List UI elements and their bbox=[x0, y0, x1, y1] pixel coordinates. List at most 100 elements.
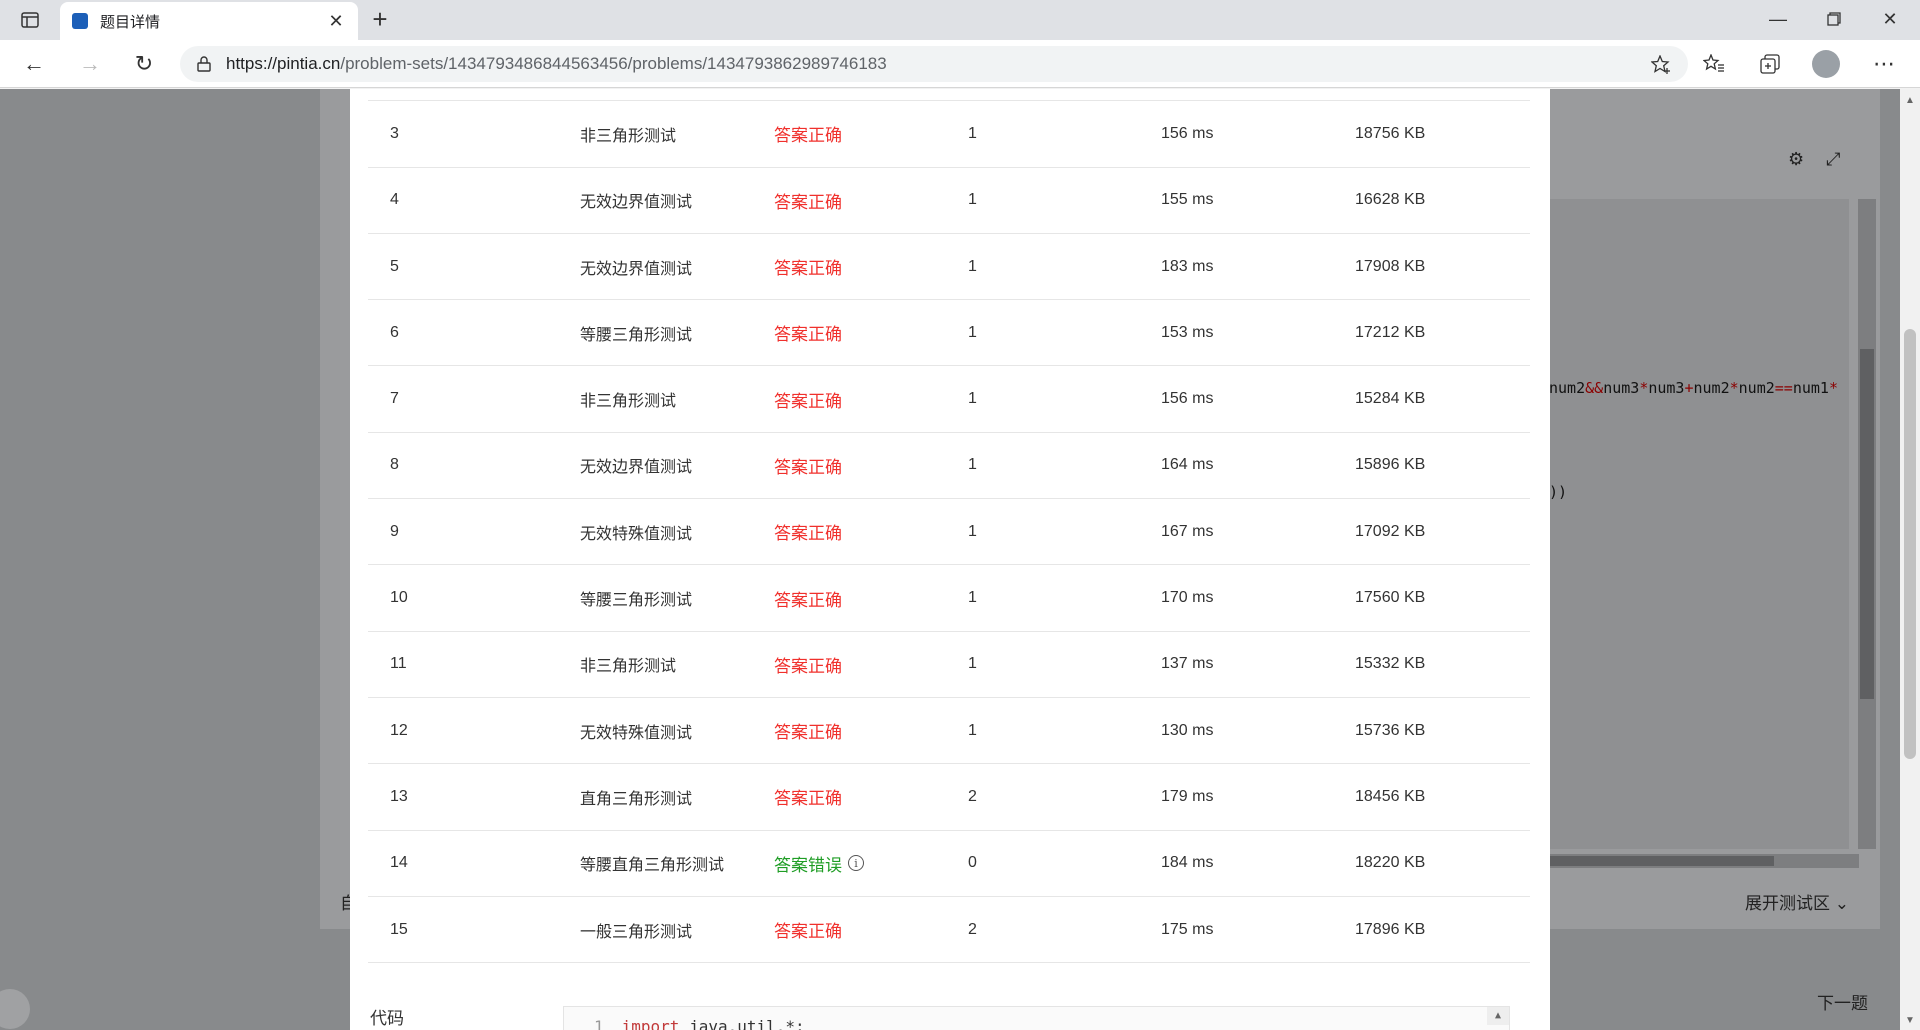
test-case-index: 4 bbox=[390, 191, 399, 209]
test-case-memory: 15736 KB bbox=[1355, 721, 1426, 739]
test-case-name: 无效边界值测试 bbox=[580, 459, 693, 477]
result-label: 答案正确 bbox=[774, 524, 842, 544]
test-case-memory: 17212 KB bbox=[1355, 323, 1426, 341]
result-label: 答案正确 bbox=[774, 922, 842, 941]
profile-avatar[interactable] bbox=[1812, 50, 1840, 78]
scroll-thumb[interactable] bbox=[1860, 349, 1874, 699]
close-window-icon[interactable]: ✕ bbox=[1862, 0, 1918, 38]
table-row: 3 非三角形测试 答案正确 1 156 ms 18756 KB bbox=[368, 101, 1530, 168]
code-token: + bbox=[1684, 379, 1694, 397]
test-case-name: 无效特殊值测试 bbox=[580, 724, 693, 742]
test-case-time: 167 ms bbox=[1161, 522, 1214, 540]
test-case-name: 无效特殊值测试 bbox=[580, 525, 693, 543]
result-label: 答案正确 bbox=[774, 723, 842, 743]
test-case-name: 一般三角形测试 bbox=[580, 923, 693, 941]
code-token: num3 bbox=[1603, 379, 1640, 397]
add-favorite-icon[interactable] bbox=[1650, 54, 1672, 76]
test-case-time: 184 ms bbox=[1161, 854, 1214, 872]
result-label: 答案正确 bbox=[774, 590, 842, 610]
scroll-down-icon[interactable]: ▼ bbox=[1905, 1015, 1915, 1026]
fullscreen-icon[interactable]: ⤢ bbox=[1826, 149, 1840, 173]
test-case-score: 1 bbox=[968, 655, 977, 673]
table-row: 5 无效边界值测试 答案正确 1 183 ms 17908 KB bbox=[368, 234, 1530, 301]
table-row: 4 无效边界值测试 答案正确 1 155 ms 16628 KB bbox=[368, 168, 1530, 234]
test-case-memory: 15332 KB bbox=[1355, 655, 1426, 673]
favorites-icon[interactable] bbox=[1700, 50, 1728, 78]
test-case-index: 11 bbox=[390, 655, 407, 673]
test-case-result: 答案正确 bbox=[774, 784, 968, 809]
test-case-index: 14 bbox=[390, 854, 408, 872]
test-case-result: 答案正确 bbox=[774, 917, 968, 942]
code-token: * bbox=[1729, 379, 1739, 397]
reload-icon[interactable]: ↻ bbox=[128, 48, 160, 80]
test-case-score: 1 bbox=[968, 589, 977, 607]
editor-vertical-scrollbar[interactable] bbox=[1858, 199, 1876, 849]
collections-icon[interactable] bbox=[1756, 50, 1784, 78]
lock-icon[interactable] bbox=[196, 55, 212, 73]
test-case-index: 8 bbox=[390, 456, 399, 474]
browser-toolbar: ← → ↻ https://pintia.cn/problem-sets/143… bbox=[0, 40, 1920, 88]
tab-actions-icon[interactable] bbox=[12, 8, 48, 32]
test-case-result: 答案正确 bbox=[774, 586, 968, 611]
test-case-name: 等腰三角形测试 bbox=[580, 326, 693, 344]
test-case-time: 155 ms bbox=[1161, 191, 1214, 209]
minimize-icon[interactable]: — bbox=[1750, 0, 1806, 38]
test-case-score: 1 bbox=[968, 721, 977, 739]
table-row: 15 一般三角形测试 答案正确 2 175 ms 17896 KB bbox=[368, 897, 1530, 964]
test-case-name: 无效边界值测试 bbox=[580, 260, 693, 278]
test-case-name: 等腰直角三角形测试 bbox=[580, 857, 725, 875]
test-case-name: 直角三角形测试 bbox=[580, 790, 693, 808]
table-row: 11 非三角形测试 答案正确 1 137 ms 15332 KB bbox=[368, 632, 1530, 698]
scroll-up-icon[interactable]: ▲ bbox=[1905, 95, 1915, 106]
test-case-score: 2 bbox=[968, 920, 977, 938]
test-case-score: 1 bbox=[968, 323, 977, 341]
avatar-icon bbox=[1812, 50, 1840, 78]
code-token: num2 bbox=[1693, 379, 1730, 397]
side-toggle-button[interactable] bbox=[0, 989, 30, 1029]
test-case-result: 答案正确 bbox=[774, 387, 968, 412]
code-keyword: import bbox=[621, 1017, 680, 1030]
result-label: 答案正确 bbox=[774, 789, 842, 809]
expand-test-area-button[interactable]: 展开测试区 ⌄ bbox=[1745, 889, 1849, 914]
code-scroll-up-icon[interactable]: ▲ bbox=[1487, 1007, 1509, 1025]
restore-icon[interactable] bbox=[1806, 0, 1862, 38]
test-case-memory: 15284 KB bbox=[1355, 390, 1426, 408]
address-bar[interactable]: https://pintia.cn/problem-sets/143479348… bbox=[180, 46, 1688, 82]
page-scroll-thumb[interactable] bbox=[1904, 329, 1916, 759]
close-tab-icon[interactable]: ✕ bbox=[326, 11, 346, 32]
test-case-index: 12 bbox=[390, 721, 408, 739]
test-case-time: 183 ms bbox=[1161, 257, 1214, 275]
test-case-score: 1 bbox=[968, 257, 977, 275]
test-case-time: 156 ms bbox=[1161, 124, 1214, 142]
code-token: num2 bbox=[1738, 379, 1775, 397]
test-case-memory: 17908 KB bbox=[1355, 257, 1426, 275]
debug-icon[interactable]: ⚙ bbox=[1788, 149, 1804, 173]
test-case-index: 7 bbox=[390, 390, 399, 408]
test-case-index: 15 bbox=[390, 920, 408, 938]
test-case-index: 9 bbox=[390, 522, 399, 540]
result-label: 答案正确 bbox=[774, 391, 842, 411]
background-editor: num2&&num3*num3+num2*num2==num1* )) bbox=[1549, 199, 1849, 849]
line-number: 1 bbox=[594, 1017, 604, 1030]
code-token: * bbox=[1828, 379, 1838, 397]
test-case-memory: 17560 KB bbox=[1355, 589, 1426, 607]
test-case-result: 答案正确 bbox=[774, 519, 968, 544]
new-tab-button[interactable]: + bbox=[366, 6, 394, 34]
more-menu-icon[interactable]: ⋯ bbox=[1870, 50, 1898, 78]
page-scrollbar[interactable]: ▲ ▼ bbox=[1900, 89, 1920, 1030]
url-text[interactable]: https://pintia.cn/problem-sets/143479348… bbox=[226, 54, 1688, 74]
test-case-result: 答案正确 bbox=[774, 453, 968, 478]
tab-bar: 题目详情 ✕ + — ✕ bbox=[0, 0, 1920, 40]
test-case-memory: 18456 KB bbox=[1355, 787, 1426, 805]
test-case-score: 2 bbox=[968, 787, 977, 805]
browser-tab[interactable]: 题目详情 ✕ bbox=[60, 2, 358, 40]
back-arrow-icon[interactable]: ← bbox=[18, 48, 50, 80]
code-viewer[interactable]: 1 import java.util.*; ▲ bbox=[563, 1006, 1510, 1030]
next-question-button[interactable]: 下一题 bbox=[1817, 989, 1868, 1014]
editor-horizontal-scrollbar[interactable] bbox=[1549, 854, 1859, 868]
scroll-thumb[interactable] bbox=[1549, 856, 1774, 866]
table-row: 6 等腰三角形测试 答案正确 1 153 ms 17212 KB bbox=[368, 300, 1530, 367]
forward-arrow-icon[interactable]: → bbox=[74, 48, 106, 80]
info-icon[interactable]: i bbox=[848, 855, 864, 872]
code-text: java.util.*; bbox=[679, 1017, 805, 1030]
